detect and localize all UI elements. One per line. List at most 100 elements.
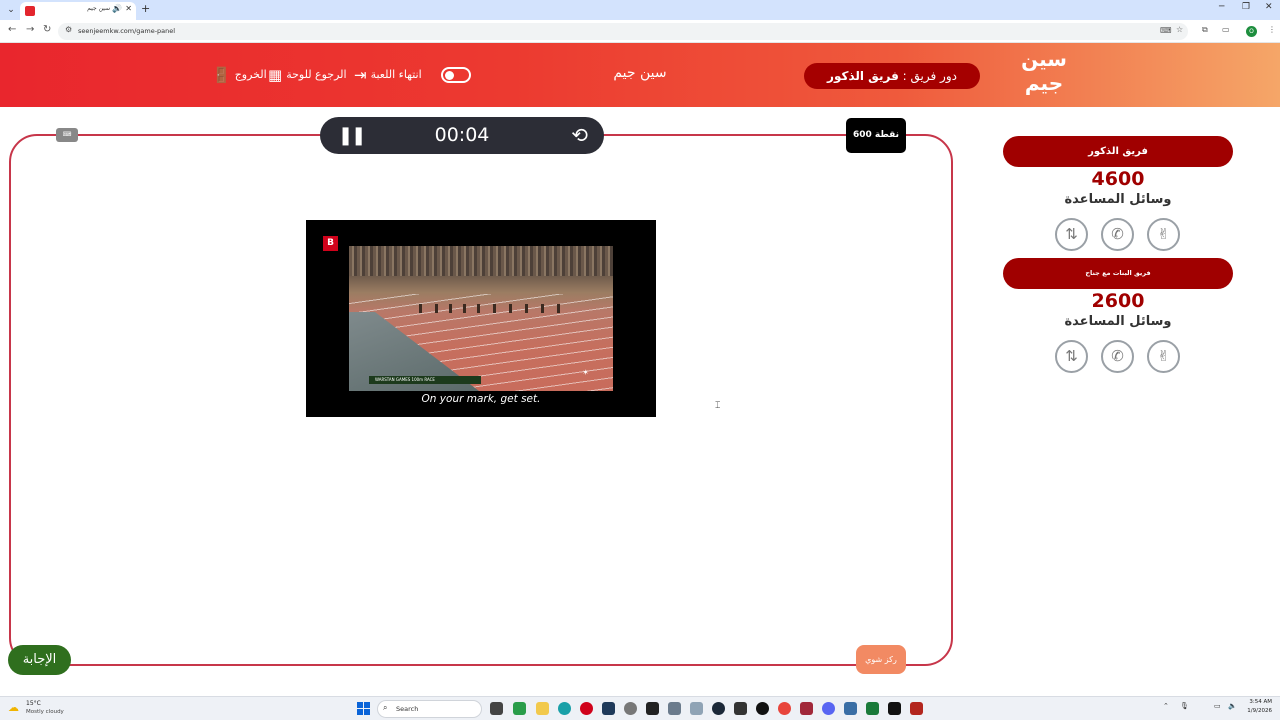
runner: [541, 304, 544, 313]
edge-icon[interactable]: [558, 702, 571, 715]
weather-desc: Mostly cloudy: [26, 709, 64, 715]
clock-date[interactable]: 1/9/2026: [1240, 708, 1272, 714]
phone-icon[interactable]: ✆: [1101, 340, 1134, 373]
app-icon[interactable]: [844, 702, 857, 715]
favicon-icon: [25, 6, 35, 16]
swap-icon[interactable]: ⇅: [1055, 218, 1088, 251]
focus-button[interactable]: ركز شوي: [856, 645, 906, 674]
opera-icon[interactable]: [580, 702, 593, 715]
menu-icon[interactable]: ⋮: [1268, 25, 1276, 34]
hand-peace-icon[interactable]: ✌: [1147, 340, 1180, 373]
door-exit-icon: 🚪: [212, 66, 231, 84]
app-icon[interactable]: [602, 702, 615, 715]
turn-prefix: دور فريق :: [902, 69, 957, 83]
team-2-help-label: وسائل المساعدة: [1064, 314, 1172, 329]
windows-start-icon[interactable]: [357, 702, 370, 715]
end-game-button[interactable]: ⇥ انتهاء اللعبة: [354, 65, 422, 85]
steam-icon[interactable]: [712, 702, 725, 715]
app-icon[interactable]: [866, 702, 879, 715]
phone-icon[interactable]: ✆: [1101, 218, 1134, 251]
grid-icon: ▦: [268, 66, 283, 84]
mouse-cursor: ⌶: [715, 401, 721, 411]
forward-icon[interactable]: →: [26, 24, 34, 35]
tray-chevron-icon[interactable]: ⌃: [1163, 702, 1169, 710]
team-2-score: 2600: [1091, 290, 1145, 312]
app-icon[interactable]: [800, 702, 813, 715]
hand-peace-icon[interactable]: ✌: [1147, 218, 1180, 251]
maximize-icon[interactable]: ❐: [1242, 2, 1250, 12]
network-icon[interactable]: ▭: [1214, 702, 1221, 710]
game-name: سين جيم: [613, 65, 667, 81]
chrome-icon[interactable]: [778, 702, 791, 715]
logo-line-2: جيم: [1024, 71, 1064, 95]
sidebar-icon[interactable]: ▭: [1222, 25, 1230, 34]
taskbar-search[interactable]: ⌕ Search: [377, 700, 482, 718]
timer-display: 00:04: [434, 124, 490, 146]
runner: [525, 304, 528, 313]
exit-label: الخروج: [234, 68, 267, 81]
app-header: سين جيم دور فريق : فريق الذكور سين جيم ⇥…: [0, 43, 1280, 107]
app-icon[interactable]: [888, 702, 901, 715]
minimize-icon[interactable]: ─: [1219, 2, 1224, 12]
weather-temp: 15°C: [26, 700, 41, 707]
task-view-icon[interactable]: [490, 702, 503, 715]
arrow-to-line-icon: ⇥: [354, 66, 367, 84]
search-icon: ⌕: [383, 703, 388, 712]
logo[interactable]: سين جيم: [1016, 47, 1072, 103]
runner: [493, 304, 496, 313]
back-to-board-button[interactable]: ▦ الرجوع للوحة: [268, 65, 347, 85]
microphone-icon[interactable]: 🎙: [1180, 702, 1189, 710]
clock-time[interactable]: 3:54 AM: [1246, 699, 1272, 705]
turn-indicator: دور فريق : فريق الذكور: [804, 63, 980, 89]
logo-line-1: سين: [1021, 47, 1067, 71]
reset-timer-icon[interactable]: ⟲: [571, 123, 588, 147]
volume-icon[interactable]: 🔈: [1228, 702, 1237, 710]
browser-tab[interactable]: سين جيم 🔊 ✕: [20, 2, 136, 20]
calculator-icon[interactable]: [668, 702, 681, 715]
stadium-crowd: [349, 246, 613, 276]
address-bar[interactable]: ⚙ seenjeemkw.com/game-panel ⌨ ☆: [58, 23, 1188, 40]
speaker-icon[interactable]: 🔊: [112, 4, 122, 13]
runner: [477, 304, 480, 313]
swap-icon[interactable]: ⇅: [1055, 340, 1088, 373]
app-icon[interactable]: [734, 702, 747, 715]
reload-icon[interactable]: ↻: [43, 24, 51, 35]
new-tab-icon[interactable]: +: [141, 2, 150, 15]
team-1-name: فريق الذكور: [1003, 136, 1233, 167]
file-explorer-icon[interactable]: [536, 702, 549, 715]
channel-logo: B: [323, 236, 338, 251]
close-tab-icon[interactable]: ✕: [125, 4, 132, 13]
discord-icon[interactable]: [822, 702, 835, 715]
settings-icon[interactable]: [624, 702, 637, 715]
translate-icon[interactable]: ⌨: [1160, 26, 1172, 35]
end-game-toggle[interactable]: [441, 67, 471, 83]
photos-icon[interactable]: [690, 702, 703, 715]
copilot-icon[interactable]: [513, 702, 526, 715]
site-info-icon[interactable]: ⚙: [65, 25, 72, 34]
answer-button[interactable]: الإجابة: [8, 645, 71, 675]
tab-search-icon[interactable]: ⌄: [4, 3, 18, 17]
close-window-icon[interactable]: ✕: [1265, 2, 1273, 12]
browser-toolbar: ← → ↻ ⚙ seenjeemkw.com/game-panel ⌨ ☆ ⧉ …: [0, 20, 1280, 43]
video-subtitle: On your mark, get set.: [421, 393, 541, 405]
keyboard-icon[interactable]: ⌨: [56, 128, 78, 142]
weather-icon[interactable]: ☁: [8, 701, 19, 714]
points-badge: 600 نقطة: [846, 118, 906, 153]
bookmark-star-icon[interactable]: ☆: [1176, 25, 1183, 34]
capcut-icon[interactable]: [646, 702, 659, 715]
exit-button[interactable]: 🚪 الخروج: [212, 65, 267, 85]
profile-avatar[interactable]: O: [1246, 26, 1257, 37]
runner: [463, 304, 466, 313]
extensions-icon[interactable]: ⧉: [1202, 25, 1208, 35]
obs-icon[interactable]: [756, 702, 769, 715]
timer-bar: ❚❚ 00:04 ⟲: [320, 117, 604, 154]
app-icon[interactable]: [910, 702, 923, 715]
team-2-name: فريق البنات مع جناح: [1003, 258, 1233, 289]
video-banner: WARSTAN GAMES 100m RACE: [369, 376, 481, 384]
pause-icon[interactable]: ❚❚: [338, 125, 366, 146]
team-1-score: 4600: [1091, 168, 1145, 190]
back-icon[interactable]: ←: [8, 24, 16, 35]
runner: [449, 304, 452, 313]
turn-team: فريق الذكور: [827, 69, 899, 83]
question-video[interactable]: B WARSTAN GAMES 100m RACE ✶ On your mark…: [306, 220, 656, 417]
